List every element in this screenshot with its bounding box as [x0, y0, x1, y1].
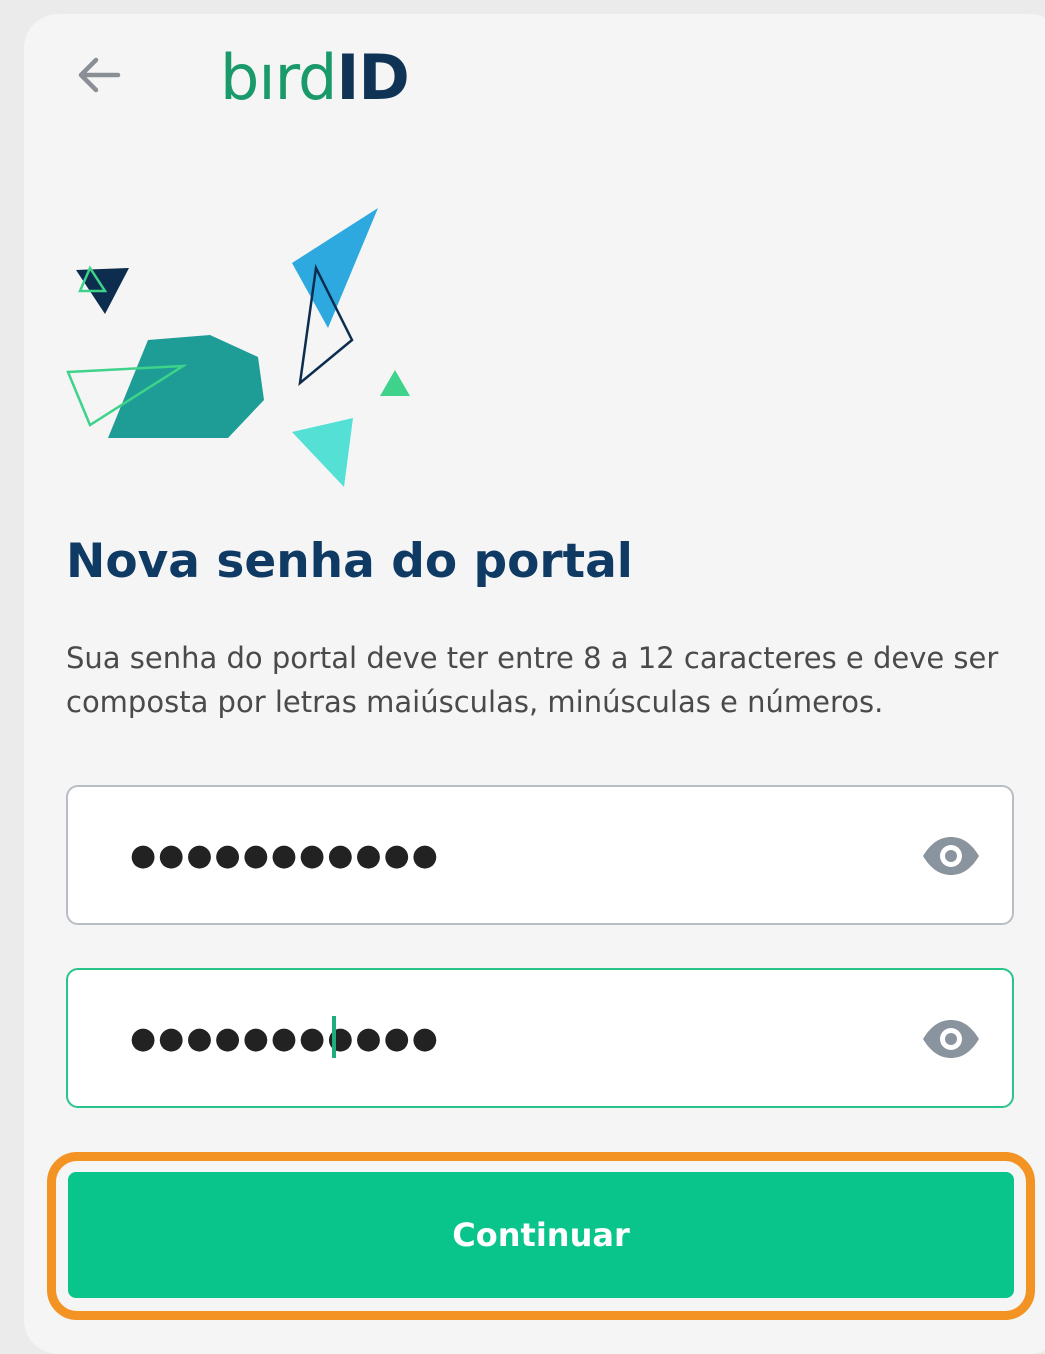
logo-bird-text: bırd	[220, 41, 337, 114]
password-requirements-text: Sua senha do portal deve ter entre 8 a 1…	[66, 641, 999, 719]
confirm-password-field[interactable]	[66, 968, 1014, 1108]
new-password-input[interactable]	[130, 817, 890, 893]
eye-icon[interactable]	[920, 835, 982, 877]
eye-icon[interactable]	[920, 1018, 982, 1060]
geometric-shapes-illustration	[66, 208, 410, 487]
birdid-logo: bırdID	[220, 41, 410, 114]
page-title: Nova senha do portal	[66, 534, 633, 589]
new-password-field[interactable]	[66, 785, 1014, 925]
logo-id-text: ID	[336, 41, 410, 114]
confirm-password-input[interactable]	[130, 1000, 890, 1076]
continue-button[interactable]: Continuar	[68, 1172, 1014, 1298]
back-arrow-icon[interactable]	[74, 52, 124, 98]
text-cursor	[332, 1016, 336, 1058]
